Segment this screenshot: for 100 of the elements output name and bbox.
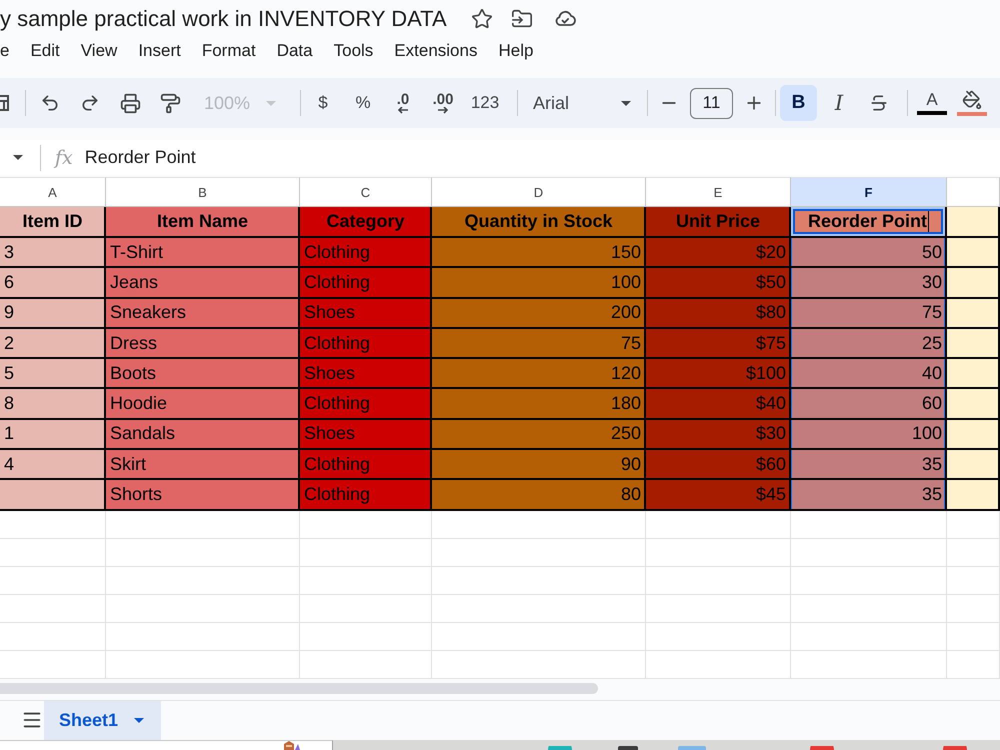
table-cell: 120: [432, 359, 646, 390]
table-cell: Shoes: [300, 420, 432, 450]
increase-decimals-button[interactable]: .00: [425, 85, 461, 121]
font-dropdown[interactable]: Arial: [525, 85, 641, 121]
column-header[interactable]: D: [432, 177, 646, 207]
table-cell: [947, 622, 1000, 651]
table-cell: [947, 420, 1000, 450]
building-icon: [282, 740, 300, 750]
table-cell: 30: [791, 268, 947, 299]
header-cell: Category: [300, 207, 432, 238]
table-cell: 35: [791, 450, 947, 480]
caret-icon[interactable]: [134, 718, 144, 723]
menu-item[interactable]: Insert: [138, 41, 181, 61]
table-cell: 4: [0, 450, 106, 480]
paint-roller-icon[interactable]: [160, 92, 180, 114]
table-cell: 9: [0, 298, 106, 329]
menu-item[interactable]: Extensions: [394, 41, 478, 61]
app-icon[interactable]: [618, 746, 638, 750]
text-color-button[interactable]: A: [914, 85, 950, 121]
formula-field[interactable]: Reorder Point: [84, 147, 196, 168]
column-header[interactable]: E: [646, 177, 791, 207]
table-cell: Shorts: [106, 480, 300, 511]
column-header[interactable]: A: [0, 177, 106, 207]
table-cell: Skirt: [106, 450, 300, 480]
table-cell: 25: [791, 328, 947, 360]
table-cell: T-Shirt: [106, 238, 300, 268]
table-cell: 250: [432, 420, 646, 450]
table-cell: $50: [646, 268, 791, 299]
table-cell: Hoodie: [106, 389, 300, 420]
sheet-tab[interactable]: Sheet1: [44, 700, 161, 740]
table-cell: 50: [791, 238, 947, 268]
header-cell: Item ID: [0, 207, 106, 238]
caret-icon[interactable]: [13, 155, 23, 160]
menu-item[interactable]: Help: [498, 41, 534, 61]
table-cell: 90: [432, 450, 646, 480]
star-icon[interactable]: [470, 8, 493, 30]
panel-icon[interactable]: [0, 94, 10, 112]
table-cell: 100: [791, 420, 947, 450]
undo-icon[interactable]: [40, 93, 60, 113]
menu-item[interactable]: Tools: [334, 41, 374, 61]
table-cell: [947, 566, 1000, 595]
italic-button[interactable]: I: [821, 85, 857, 121]
redo-icon[interactable]: [80, 93, 100, 113]
scrollbar-thumb[interactable]: [0, 682, 598, 694]
table-cell: 100: [432, 268, 646, 299]
table-cell: Clothing: [300, 450, 432, 480]
table-cell: $80: [646, 298, 791, 329]
percent-button[interactable]: %: [345, 85, 381, 121]
table-cell: 180: [432, 389, 646, 420]
table-cell: 200: [432, 298, 646, 329]
column-header[interactable]: F: [791, 177, 947, 207]
table-cell: [947, 238, 1000, 268]
table-cell: Clothing: [300, 238, 432, 268]
table-cell: 6: [0, 268, 106, 299]
table-cell: [947, 389, 1000, 420]
table-cell: Shoes: [300, 359, 432, 390]
table-cell: $20: [646, 238, 791, 268]
decrease-decimals-button[interactable]: .0: [385, 85, 421, 121]
table-cell: $60: [646, 450, 791, 480]
taskbar-search-field[interactable]: [0, 740, 333, 750]
table-cell: Jeans: [106, 268, 300, 299]
table-cell: [947, 538, 1000, 567]
bold-button[interactable]: B: [780, 85, 817, 121]
table-cell: [947, 480, 1000, 511]
column-header[interactable]: C: [300, 177, 432, 207]
menu-item[interactable]: View: [80, 41, 118, 61]
column-header[interactable]: B: [106, 177, 300, 207]
table-cell: Shoes: [300, 298, 432, 329]
document-title[interactable]: y sample practical work in INVENTORY DATA: [0, 6, 447, 32]
caret-icon[interactable]: [621, 100, 631, 106]
table-cell: Sandals: [106, 420, 300, 450]
table-cell: Dress: [106, 328, 300, 360]
menu-item[interactable]: Format: [202, 41, 256, 61]
table-cell: 8: [0, 389, 106, 420]
formula-label: fx: [55, 146, 73, 168]
strikethrough-icon[interactable]: [869, 93, 889, 113]
table-cell: $100: [646, 359, 791, 390]
table-cell: 35: [791, 480, 947, 511]
table-cell: [947, 268, 1000, 299]
table-cell: [947, 328, 1000, 360]
currency-button[interactable]: $: [305, 85, 341, 121]
paint-bucket-icon[interactable]: [962, 90, 982, 110]
table-cell: [947, 510, 1000, 539]
table-cell: [947, 450, 1000, 480]
header-cell: Reorder Point: [791, 207, 947, 238]
header-cell: Item Name: [106, 207, 300, 238]
table-cell: 3: [0, 238, 106, 268]
folder-arrow-icon[interactable]: [510, 8, 533, 30]
table-cell: Boots: [106, 359, 300, 390]
table-cell: $45: [646, 480, 791, 511]
table-cell: 1: [0, 420, 106, 450]
table-cell: 75: [432, 328, 646, 360]
menu-item[interactable]: e: [0, 41, 10, 61]
number-format-button[interactable]: 123: [465, 85, 505, 121]
table-cell: 40: [791, 359, 947, 390]
font-size-field[interactable]: 11: [690, 88, 733, 118]
table-cell: $30: [646, 420, 791, 450]
menu-item[interactable]: Data: [276, 41, 313, 61]
menu-item[interactable]: Edit: [30, 41, 60, 61]
printer-icon[interactable]: [120, 92, 140, 114]
